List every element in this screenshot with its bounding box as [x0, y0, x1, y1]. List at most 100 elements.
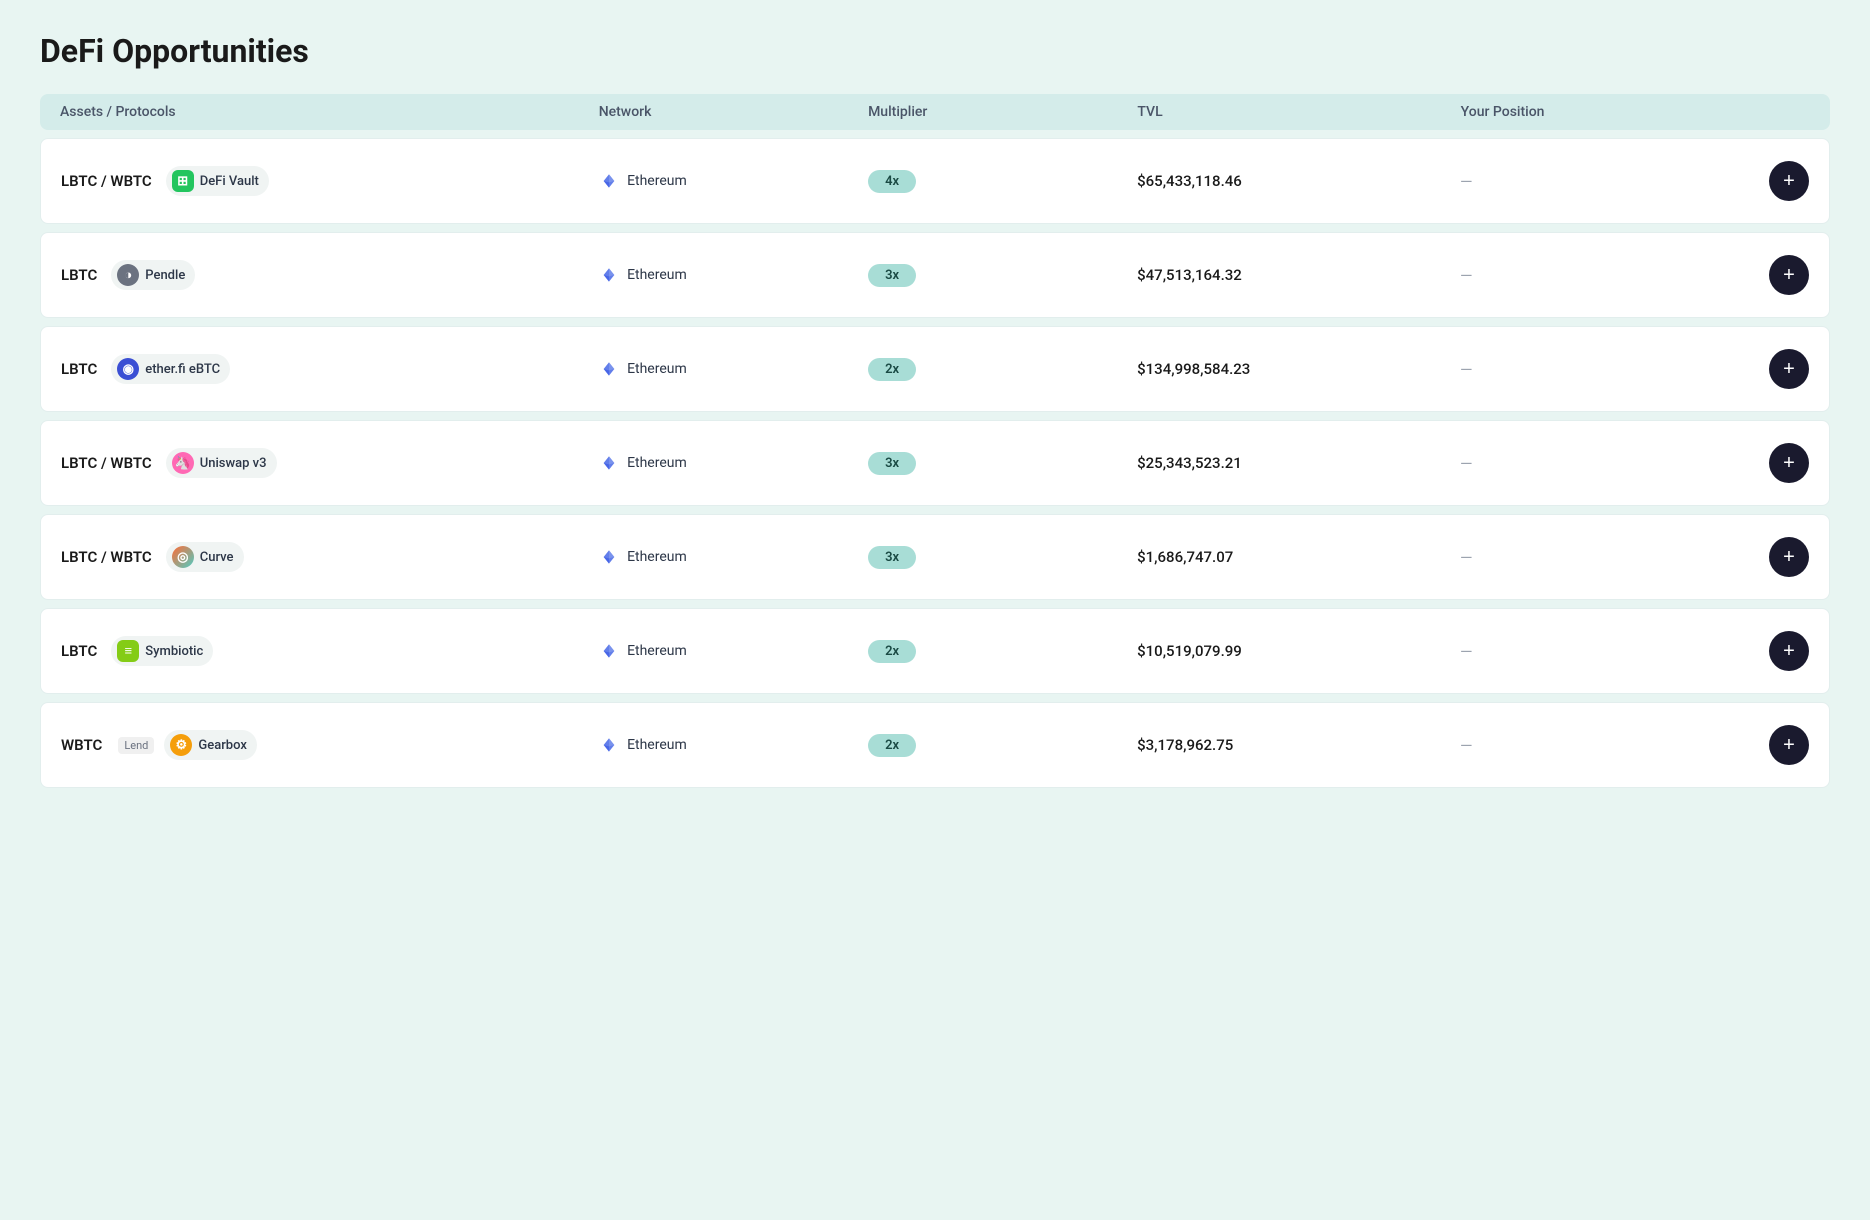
protocol-badge: ◑ Pendle — [111, 260, 195, 290]
add-button[interactable]: + — [1769, 255, 1809, 295]
network-cell: Ethereum — [599, 735, 868, 755]
network-name: Ethereum — [627, 643, 687, 659]
tvl-cell: $25,343,523.21 — [1137, 454, 1460, 472]
ethereum-icon — [599, 641, 619, 661]
network-name: Ethereum — [627, 267, 687, 283]
position-cell: — — [1460, 454, 1729, 473]
lend-tag: Lend — [118, 737, 154, 754]
ethereum-icon — [599, 453, 619, 473]
protocol-name: Gearbox — [198, 738, 247, 753]
ethereum-icon — [599, 547, 619, 567]
multiplier-cell: 3x — [868, 264, 1137, 287]
table-row: LBTC / WBTC ◎ Curve Ethereum 3x $1,686,7… — [40, 514, 1830, 600]
asset-cell: LBTC ≡ Symbiotic — [61, 636, 599, 666]
add-button[interactable]: + — [1769, 443, 1809, 483]
header-position: Your Position — [1461, 104, 1730, 120]
action-cell: + — [1729, 349, 1809, 389]
multiplier-cell: 2x — [868, 734, 1137, 757]
protocol-name: Symbiotic — [145, 644, 203, 659]
action-cell: + — [1729, 725, 1809, 765]
multiplier-cell: 3x — [868, 546, 1137, 569]
multiplier-badge: 2x — [868, 640, 916, 663]
asset-name: LBTC — [61, 266, 97, 284]
asset-name: WBTC — [61, 736, 102, 754]
multiplier-cell: 4x — [868, 170, 1137, 193]
multiplier-badge: 2x — [868, 358, 916, 381]
network-cell: Ethereum — [599, 359, 868, 379]
table-row: WBTC Lend ⚙ Gearbox Ethereum 2x $3,178,9… — [40, 702, 1830, 788]
network-cell: Ethereum — [599, 641, 868, 661]
multiplier-cell: 2x — [868, 358, 1137, 381]
header-action — [1730, 104, 1810, 120]
protocol-icon: ◉ — [117, 358, 139, 380]
protocol-icon: ◑ — [117, 264, 139, 286]
protocol-badge: ⚙ Gearbox — [164, 730, 257, 760]
table-header: Assets / Protocols Network Multiplier TV… — [40, 94, 1830, 130]
defi-opportunities-table: Assets / Protocols Network Multiplier TV… — [40, 94, 1830, 788]
asset-cell: LBTC ◑ Pendle — [61, 260, 599, 290]
network-name: Ethereum — [627, 549, 687, 565]
asset-name: LBTC / WBTC — [61, 172, 152, 190]
header-tvl: TVL — [1137, 104, 1460, 120]
protocol-badge: ◎ Curve — [166, 542, 244, 572]
ethereum-icon — [599, 359, 619, 379]
protocol-icon: ◎ — [172, 546, 194, 568]
position-cell: — — [1460, 642, 1729, 661]
multiplier-cell: 3x — [868, 452, 1137, 475]
tvl-cell: $47,513,164.32 — [1137, 266, 1460, 284]
network-cell: Ethereum — [599, 453, 868, 473]
asset-cell: LBTC / WBTC 🦄 Uniswap v3 — [61, 448, 599, 478]
table-row: LBTC ◑ Pendle Ethereum 3x $47,513,164.32… — [40, 232, 1830, 318]
position-cell: — — [1460, 548, 1729, 567]
protocol-name: DeFi Vault — [200, 174, 259, 189]
protocol-icon: ⚙ — [170, 734, 192, 756]
tvl-cell: $65,433,118.46 — [1137, 172, 1460, 190]
header-assets: Assets / Protocols — [60, 104, 599, 120]
protocol-badge: ⊞ DeFi Vault — [166, 166, 269, 196]
action-cell: + — [1729, 161, 1809, 201]
asset-cell: WBTC Lend ⚙ Gearbox — [61, 730, 599, 760]
multiplier-badge: 3x — [868, 452, 916, 475]
table-row: LBTC ≡ Symbiotic Ethereum 2x $10,519,079… — [40, 608, 1830, 694]
table-row: LBTC / WBTC ⊞ DeFi Vault Ethereum 4x $65… — [40, 138, 1830, 224]
protocol-name: Curve — [200, 550, 234, 565]
table-row: LBTC ◉ ether.fi eBTC Ethereum 2x $134,99… — [40, 326, 1830, 412]
network-name: Ethereum — [627, 361, 687, 377]
multiplier-badge: 2x — [868, 734, 916, 757]
position-cell: — — [1460, 172, 1729, 191]
table-body: LBTC / WBTC ⊞ DeFi Vault Ethereum 4x $65… — [40, 138, 1830, 788]
action-cell: + — [1729, 537, 1809, 577]
add-button[interactable]: + — [1769, 349, 1809, 389]
network-name: Ethereum — [627, 455, 687, 471]
table-row: LBTC / WBTC 🦄 Uniswap v3 Ethereum 3x $25… — [40, 420, 1830, 506]
multiplier-badge: 3x — [868, 264, 916, 287]
protocol-name: Uniswap v3 — [200, 456, 267, 471]
tvl-cell: $3,178,962.75 — [1137, 736, 1460, 754]
multiplier-badge: 3x — [868, 546, 916, 569]
asset-name: LBTC — [61, 360, 97, 378]
add-button[interactable]: + — [1769, 537, 1809, 577]
protocol-name: ether.fi eBTC — [145, 362, 220, 377]
network-cell: Ethereum — [599, 547, 868, 567]
network-name: Ethereum — [627, 737, 687, 753]
asset-cell: LBTC ◉ ether.fi eBTC — [61, 354, 599, 384]
tvl-cell: $10,519,079.99 — [1137, 642, 1460, 660]
asset-name: LBTC / WBTC — [61, 454, 152, 472]
position-cell: — — [1460, 736, 1729, 755]
multiplier-badge: 4x — [868, 170, 916, 193]
add-button[interactable]: + — [1769, 161, 1809, 201]
asset-cell: LBTC / WBTC ◎ Curve — [61, 542, 599, 572]
position-cell: — — [1460, 360, 1729, 379]
tvl-cell: $134,998,584.23 — [1137, 360, 1460, 378]
ethereum-icon — [599, 735, 619, 755]
header-network: Network — [599, 104, 868, 120]
add-button[interactable]: + — [1769, 725, 1809, 765]
protocol-badge: ◉ ether.fi eBTC — [111, 354, 230, 384]
add-button[interactable]: + — [1769, 631, 1809, 671]
ethereum-icon — [599, 171, 619, 191]
action-cell: + — [1729, 443, 1809, 483]
protocol-badge: ≡ Symbiotic — [111, 636, 213, 666]
action-cell: + — [1729, 255, 1809, 295]
protocol-icon: ⊞ — [172, 170, 194, 192]
protocol-icon: 🦄 — [172, 452, 194, 474]
